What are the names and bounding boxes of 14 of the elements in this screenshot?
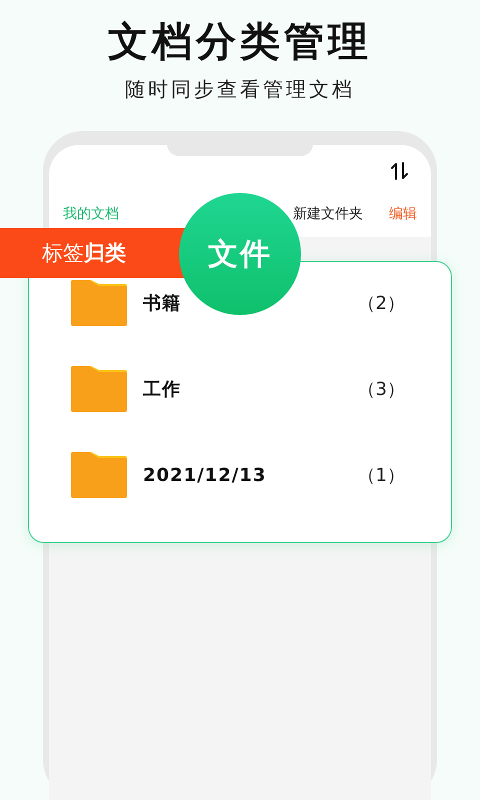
folder-count: （3） bbox=[358, 378, 405, 401]
folder-name[interactable]: 2021/12/13 bbox=[143, 464, 266, 486]
new-folder-link[interactable]: 新建文件夹 bbox=[293, 205, 363, 223]
sort-icon[interactable] bbox=[391, 161, 409, 181]
section-title: 我的文档 bbox=[63, 205, 120, 223]
folder-icon bbox=[71, 366, 127, 412]
folder-icon bbox=[71, 280, 127, 326]
folder-name[interactable]: 工作 bbox=[143, 377, 181, 401]
folder-count: （2） bbox=[358, 292, 405, 315]
folder-name[interactable]: 书籍 bbox=[143, 291, 181, 315]
folder-count: （1） bbox=[358, 464, 405, 487]
folder-icon bbox=[71, 452, 127, 498]
subheadline: 随时同步查看管理文档 bbox=[125, 76, 355, 103]
headline: 文档分类管理 bbox=[108, 18, 372, 66]
